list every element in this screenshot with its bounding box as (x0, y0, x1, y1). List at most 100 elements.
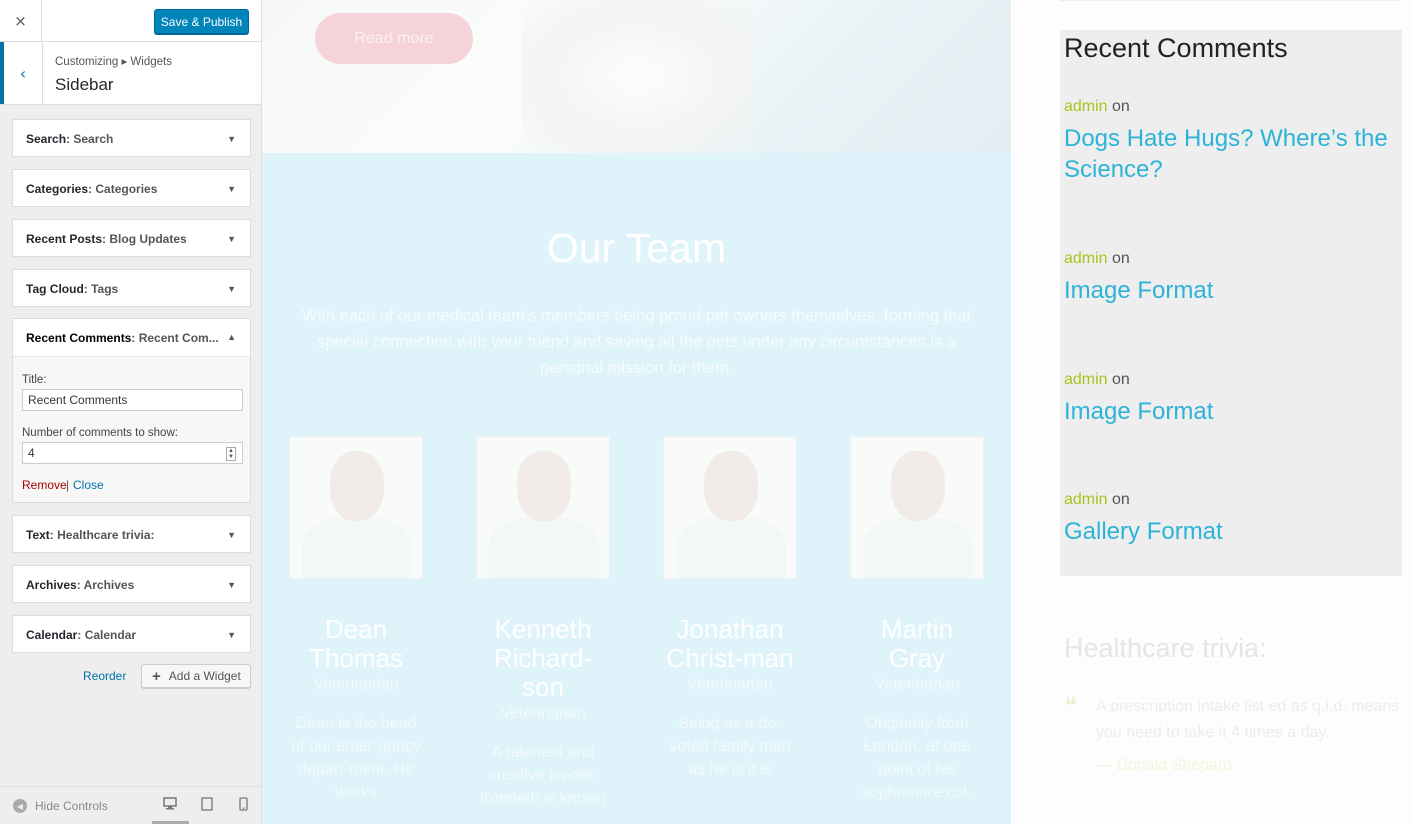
spinner-icon[interactable]: ▲ ▼ (226, 447, 236, 461)
widget-title: Archives: Archives (26, 578, 135, 592)
member-photo (850, 436, 984, 579)
site-preview[interactable]: Read more Our Team With each of our medi… (262, 0, 1411, 824)
team-member: Martin Gray Veterinarian Originally from… (850, 436, 984, 804)
member-bio: Being as a de-voted family man as he is … (669, 715, 791, 778)
hide-controls-button[interactable]: ◀ Hide Controls (13, 799, 108, 813)
mobile-preview-icon[interactable] (236, 797, 250, 811)
back-icon[interactable]: ‹ (0, 42, 43, 104)
widget-title: Tag Cloud: Tags (26, 282, 119, 296)
section-header: ‹ Customizing ▸ Widgets Sidebar (0, 42, 261, 105)
expand-arrow-icon[interactable]: ▼ (227, 530, 236, 540)
widget-title: Recent Comments: Recent Com... (26, 331, 219, 345)
close-link[interactable]: Close (73, 478, 104, 492)
expand-arrow-icon[interactable]: ▼ (227, 580, 236, 590)
comment-post-link[interactable]: Image Format (1064, 396, 1404, 427)
team-member: Dean Thomas Veterinarian Dean is the hea… (289, 436, 423, 804)
comment-post-link[interactable]: Dogs Hate Hugs? Where’s the Science? (1064, 123, 1404, 185)
quote-icon: ❝ (1064, 692, 1077, 720)
comment-on: on (1107, 98, 1130, 115)
comment-item: admin on Gallery Format (1064, 491, 1404, 547)
comment-item: admin on Dogs Hate Hugs? Where’s the Sci… (1064, 98, 1404, 185)
trivia-title: Healthcare trivia: (1064, 633, 1267, 663)
team-title: Our Team (546, 225, 727, 271)
title-input[interactable]: Recent Comments (22, 389, 243, 411)
member-photo (663, 436, 797, 579)
hero-banner: Read more (262, 0, 1011, 153)
count-value: 4 (28, 446, 35, 460)
widget-recent-comments: Recent Comments: Recent Com... ▲ Title: … (12, 318, 251, 503)
expand-arrow-icon[interactable]: ▼ (227, 630, 236, 640)
save-publish-button[interactable]: Save & Publish (154, 9, 249, 34)
widget-calendar[interactable]: Calendar: Calendar ▼ (12, 615, 251, 653)
expand-arrow-icon[interactable]: ▼ (227, 184, 236, 194)
count-label: Number of comments to show: (22, 427, 178, 439)
plus-icon: + (152, 667, 161, 685)
divider (1060, 0, 1402, 1)
comment-author[interactable]: admin (1064, 491, 1108, 508)
title-label: Title: (22, 374, 47, 386)
widget-title: Recent Posts: Blog Updates (26, 232, 187, 246)
member-name[interactable]: Kenneth Richard-son (476, 615, 610, 702)
member-role: Veterinarian (313, 676, 399, 693)
customizer-panel: × Save & Publish ‹ Customizing ▸ Widgets… (0, 0, 262, 824)
comment-on: on (1107, 491, 1130, 508)
member-bio: Dean is the head of our emer-gency depar… (291, 715, 421, 801)
close-icon[interactable]: × (0, 0, 42, 42)
widget-title: Categories: Categories (26, 182, 158, 196)
desktop-preview-icon[interactable] (163, 797, 177, 811)
comment-item: admin on Image Format (1064, 250, 1404, 306)
recent-comments-title: Recent Comments (1064, 33, 1288, 63)
comment-on: on (1107, 371, 1130, 388)
read-more-button[interactable]: Read more (315, 13, 473, 64)
recent-comments-widget: Recent Comments admin on Dogs Hate Hugs?… (1060, 30, 1402, 576)
comment-author[interactable]: admin (1064, 250, 1108, 267)
widget-title: Calendar: Calendar (26, 628, 137, 642)
widget-header[interactable]: Recent Comments: Recent Com... ▲ (13, 319, 250, 357)
breadcrumb: Customizing ▸ Widgets (55, 56, 172, 68)
member-bio: Originally from London, at one point of … (861, 715, 973, 801)
expand-arrow-icon[interactable]: ▼ (227, 284, 236, 294)
comment-author[interactable]: admin (1064, 98, 1108, 115)
member-role: Veterinarian (687, 676, 773, 693)
count-input[interactable]: 4 ▲ ▼ (22, 442, 243, 464)
member-name[interactable]: Jonathan Christ-man (663, 615, 797, 673)
customizer-footer: ◀ Hide Controls (0, 786, 261, 824)
widget-text[interactable]: Text: Healthcare trivia: ▼ (12, 515, 251, 553)
widget-categories[interactable]: Categories: Categories ▼ (12, 169, 251, 207)
reorder-link[interactable]: Reorder (83, 669, 126, 683)
member-name[interactable]: Dean Thomas (289, 615, 423, 673)
comment-author[interactable]: admin (1064, 371, 1108, 388)
tablet-preview-icon[interactable] (200, 797, 214, 811)
section-title: Sidebar (55, 75, 114, 94)
team-member: Kenneth Richard-son Veterinarian A talen… (476, 436, 610, 810)
trivia-quote: A prescription intake list ed as q.i.d. … (1096, 698, 1400, 741)
member-bio: A talented and creative leader, Kenneth … (479, 744, 607, 807)
widget-search[interactable]: Search: Search ▼ (12, 119, 251, 157)
expand-arrow-icon[interactable]: ▼ (227, 234, 236, 244)
sidebar-column: Recent Comments admin on Dogs Hate Hugs?… (1011, 0, 1411, 824)
widget-tag-cloud[interactable]: Tag Cloud: Tags ▼ (12, 269, 251, 307)
widget-archives[interactable]: Archives: Archives ▼ (12, 565, 251, 603)
dog-image (522, 0, 752, 153)
comment-on: on (1107, 250, 1130, 267)
comment-item: admin on Image Format (1064, 371, 1404, 427)
widget-title: Search: Search (26, 132, 114, 146)
trivia-author: — Donald Shepard (1096, 757, 1233, 774)
team-section: Our Team With each of our medical team's… (262, 153, 1011, 824)
member-photo (289, 436, 423, 579)
expand-arrow-icon[interactable]: ▼ (227, 134, 236, 144)
comment-post-link[interactable]: Gallery Format (1064, 516, 1404, 547)
comment-post-link[interactable]: Image Format (1064, 275, 1404, 306)
member-role: Veterinarian (874, 676, 960, 693)
collapse-icon: ◀ (13, 799, 27, 813)
remove-link[interactable]: Remove (22, 478, 67, 492)
widget-recent-posts[interactable]: Recent Posts: Blog Updates ▼ (12, 219, 251, 257)
add-widget-button[interactable]: + Add a Widget (141, 664, 251, 688)
widget-title: Text: Healthcare trivia: (26, 528, 155, 542)
team-description: With each of our medical team's members … (302, 307, 971, 377)
member-role: Veterinarian (500, 705, 586, 722)
member-name[interactable]: Martin Gray (850, 615, 984, 673)
collapse-arrow-icon[interactable]: ▲ (227, 332, 236, 342)
customizer-header: × Save & Publish (0, 0, 261, 42)
team-member: Jonathan Christ-man Veterinarian Being a… (663, 436, 797, 781)
